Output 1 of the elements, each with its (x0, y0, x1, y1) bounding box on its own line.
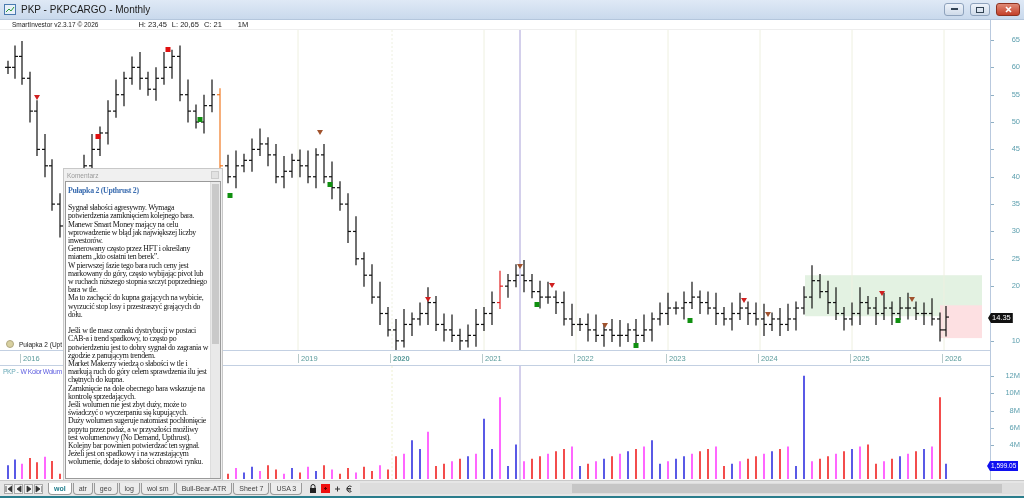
window-title: PKP - PKPCARGO - Monthly (21, 4, 152, 15)
